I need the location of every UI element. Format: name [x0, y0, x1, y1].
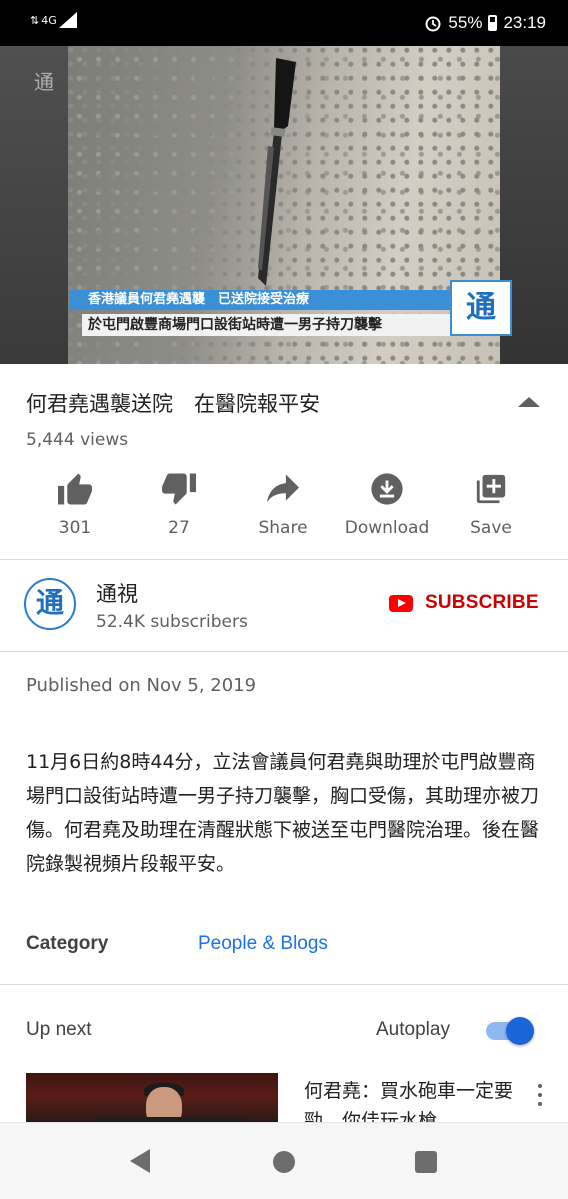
network-type: 4G	[41, 13, 57, 27]
divider	[0, 984, 568, 985]
view-count: 5,444 views	[26, 430, 129, 450]
channel-name[interactable]: 通視	[96, 578, 138, 608]
download-icon	[371, 473, 403, 505]
share-button[interactable]: Share	[231, 470, 335, 538]
news-caption-line2: 於屯門啟豐商場門口設街站時遭一男子持刀襲擊	[82, 314, 462, 336]
share-icon	[267, 474, 299, 503]
more-options-icon[interactable]	[534, 1084, 546, 1110]
subscriber-count: 52.4K subscribers	[96, 612, 248, 632]
next-video-thumbnail[interactable]	[26, 1073, 278, 1123]
data-arrows-icon: ⇅	[30, 13, 40, 27]
download-button[interactable]: Download	[335, 470, 439, 538]
divider	[0, 559, 568, 560]
video-player[interactable]: 通 香港議員何君堯遇襲 已送院接受治療 於屯門啟豐商場門口設街站時遭一男子持刀襲…	[0, 46, 568, 364]
caption-channel-logo: 通	[450, 280, 512, 336]
category-link[interactable]: People & Blogs	[198, 933, 328, 955]
subscribe-button[interactable]: SUBSCRIBE	[389, 592, 539, 614]
autoplay-toggle[interactable]	[486, 1017, 536, 1045]
video-description: 11月6日約8時44分，立法會議員何君堯與助理於屯門啟豐商場門口設街站時遭一男子…	[26, 751, 540, 875]
divider	[0, 651, 568, 652]
network-indicator: ⇅ 4G	[30, 12, 77, 28]
download-label: Download	[344, 518, 430, 538]
like-count: 301	[58, 518, 92, 538]
status-right: 55% 23:19	[424, 13, 546, 33]
category-label: Category	[26, 933, 109, 954]
youtube-logo-icon	[389, 594, 413, 612]
recents-icon[interactable]	[415, 1151, 437, 1173]
dislike-button[interactable]: 27	[127, 470, 231, 538]
battery-icon	[488, 15, 498, 31]
system-nav-bar	[0, 1122, 568, 1199]
action-bar: 301 27 Share Download Save	[0, 470, 568, 546]
clock: 23:19	[503, 13, 546, 32]
status-bar: ⇅ 4G 55% 23:19	[0, 0, 568, 46]
thumbs-down-icon	[162, 473, 196, 505]
home-icon[interactable]	[273, 1151, 295, 1173]
battery-percent: 55%	[448, 13, 483, 32]
video-title: 何君堯遇襲送院 在醫院報平安	[26, 392, 320, 416]
dislike-count: 27	[168, 518, 190, 538]
publish-date: Published on Nov 5, 2019	[26, 675, 257, 696]
next-video-title[interactable]: 何君堯：買水砲車一定要勁，你佳玩水槍	[304, 1076, 524, 1124]
back-icon[interactable]	[130, 1149, 150, 1173]
signal-icon	[58, 12, 77, 28]
save-label: Save	[470, 518, 512, 538]
toggle-knob	[506, 1017, 534, 1045]
collapse-description-icon[interactable]	[518, 397, 540, 407]
like-button[interactable]: 301	[23, 470, 127, 538]
news-caption-line1: 香港議員何君堯遇襲 已送院接受治療	[70, 290, 460, 310]
subscribe-label: SUBSCRIBE	[425, 592, 539, 613]
alarm-icon	[425, 16, 441, 32]
share-label: Share	[258, 518, 308, 538]
channel-avatar[interactable]: 通	[24, 578, 76, 630]
autoplay-label: Autoplay	[376, 1019, 450, 1040]
thumbs-up-icon	[58, 473, 92, 505]
watermark-logo: 通	[34, 70, 54, 94]
playlist-add-icon	[476, 474, 506, 504]
save-button[interactable]: Save	[439, 470, 543, 538]
up-next-heading: Up next	[26, 1019, 92, 1040]
